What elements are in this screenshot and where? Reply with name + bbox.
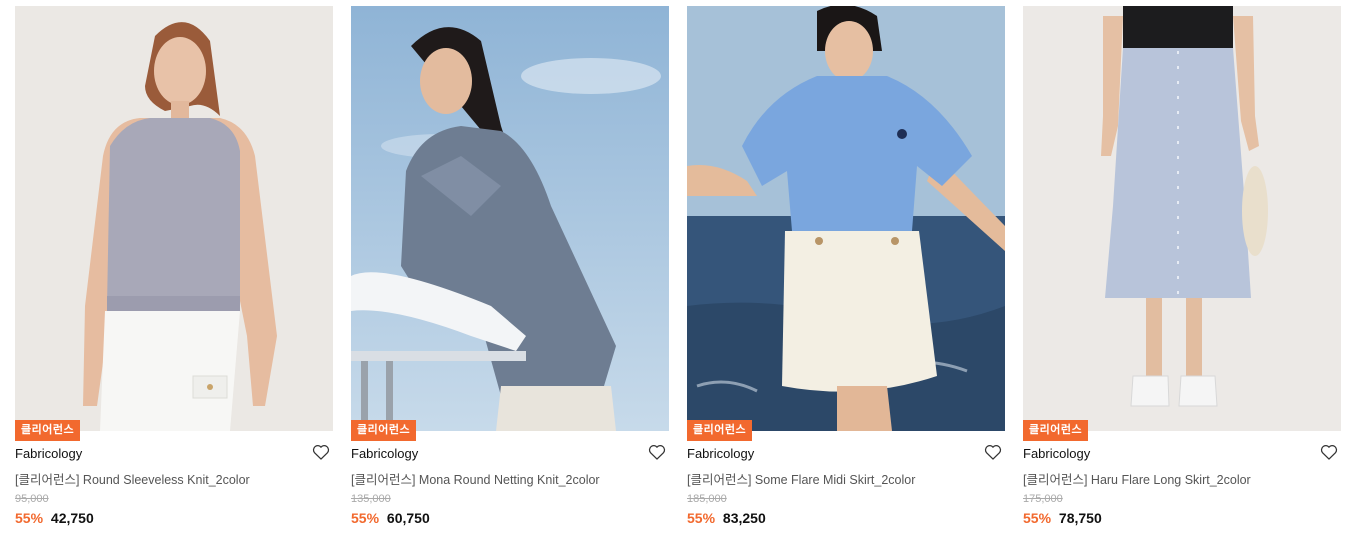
product-card[interactable]: 클리어런스 Fabricology [클리어런스] Some Flare Mid… <box>687 6 1005 536</box>
product-card[interactable]: 클리어런스 Fabricology [클리어런스] Haru Flare Lon… <box>1023 6 1341 536</box>
price-row: 55% 83,250 <box>687 510 766 526</box>
product-name[interactable]: [클리어런스] Round Sleeveless Knit_2color <box>15 469 250 488</box>
sale-price: 60,750 <box>386 510 430 526</box>
brand-name[interactable]: Fabricology <box>351 446 418 461</box>
product-image[interactable] <box>1023 6 1341 431</box>
product-image[interactable] <box>15 6 333 431</box>
product-image[interactable] <box>351 6 669 431</box>
clearance-badge: 클리어런스 <box>687 420 753 441</box>
product-card[interactable]: 클리어런스 Fabricology [클리어런스] Mona Round Net… <box>351 6 669 536</box>
heart-outline-icon[interactable] <box>1319 442 1339 462</box>
original-price: 135,000 <box>351 493 391 505</box>
heart-outline-icon[interactable] <box>647 442 667 462</box>
heart-outline-icon[interactable] <box>311 442 331 462</box>
brand-name[interactable]: Fabricology <box>15 446 82 461</box>
product-card[interactable]: 클리어런스 Fabricology [클리어런스] Round Sleevele… <box>15 6 333 536</box>
product-grid: 클리어런스 Fabricology [클리어런스] Round Sleevele… <box>0 0 1348 540</box>
clearance-badge: 클리어런스 <box>15 420 81 441</box>
brand-name[interactable]: Fabricology <box>1023 446 1090 461</box>
product-name[interactable]: [클리어런스] Haru Flare Long Skirt_2color <box>1023 469 1251 488</box>
clearance-badge: 클리어런스 <box>351 420 417 441</box>
product-name[interactable]: [클리어런스] Some Flare Midi Skirt_2color <box>687 469 915 488</box>
sale-price: 42,750 <box>50 510 94 526</box>
discount-rate: 55% <box>687 510 716 526</box>
price-row: 55% 42,750 <box>15 510 94 526</box>
clearance-badge: 클리어런스 <box>1023 420 1089 441</box>
heart-outline-icon[interactable] <box>983 442 1003 462</box>
brand-name[interactable]: Fabricology <box>687 446 754 461</box>
original-price: 185,000 <box>687 493 727 505</box>
original-price: 95,000 <box>15 493 49 505</box>
sale-price: 83,250 <box>722 510 766 526</box>
discount-rate: 55% <box>15 510 44 526</box>
product-name[interactable]: [클리어런스] Mona Round Netting Knit_2color <box>351 469 600 488</box>
discount-rate: 55% <box>1023 510 1052 526</box>
price-row: 55% 60,750 <box>351 510 430 526</box>
sale-price: 78,750 <box>1058 510 1102 526</box>
original-price: 175,000 <box>1023 493 1063 505</box>
discount-rate: 55% <box>351 510 380 526</box>
product-image[interactable] <box>687 6 1005 431</box>
price-row: 55% 78,750 <box>1023 510 1102 526</box>
